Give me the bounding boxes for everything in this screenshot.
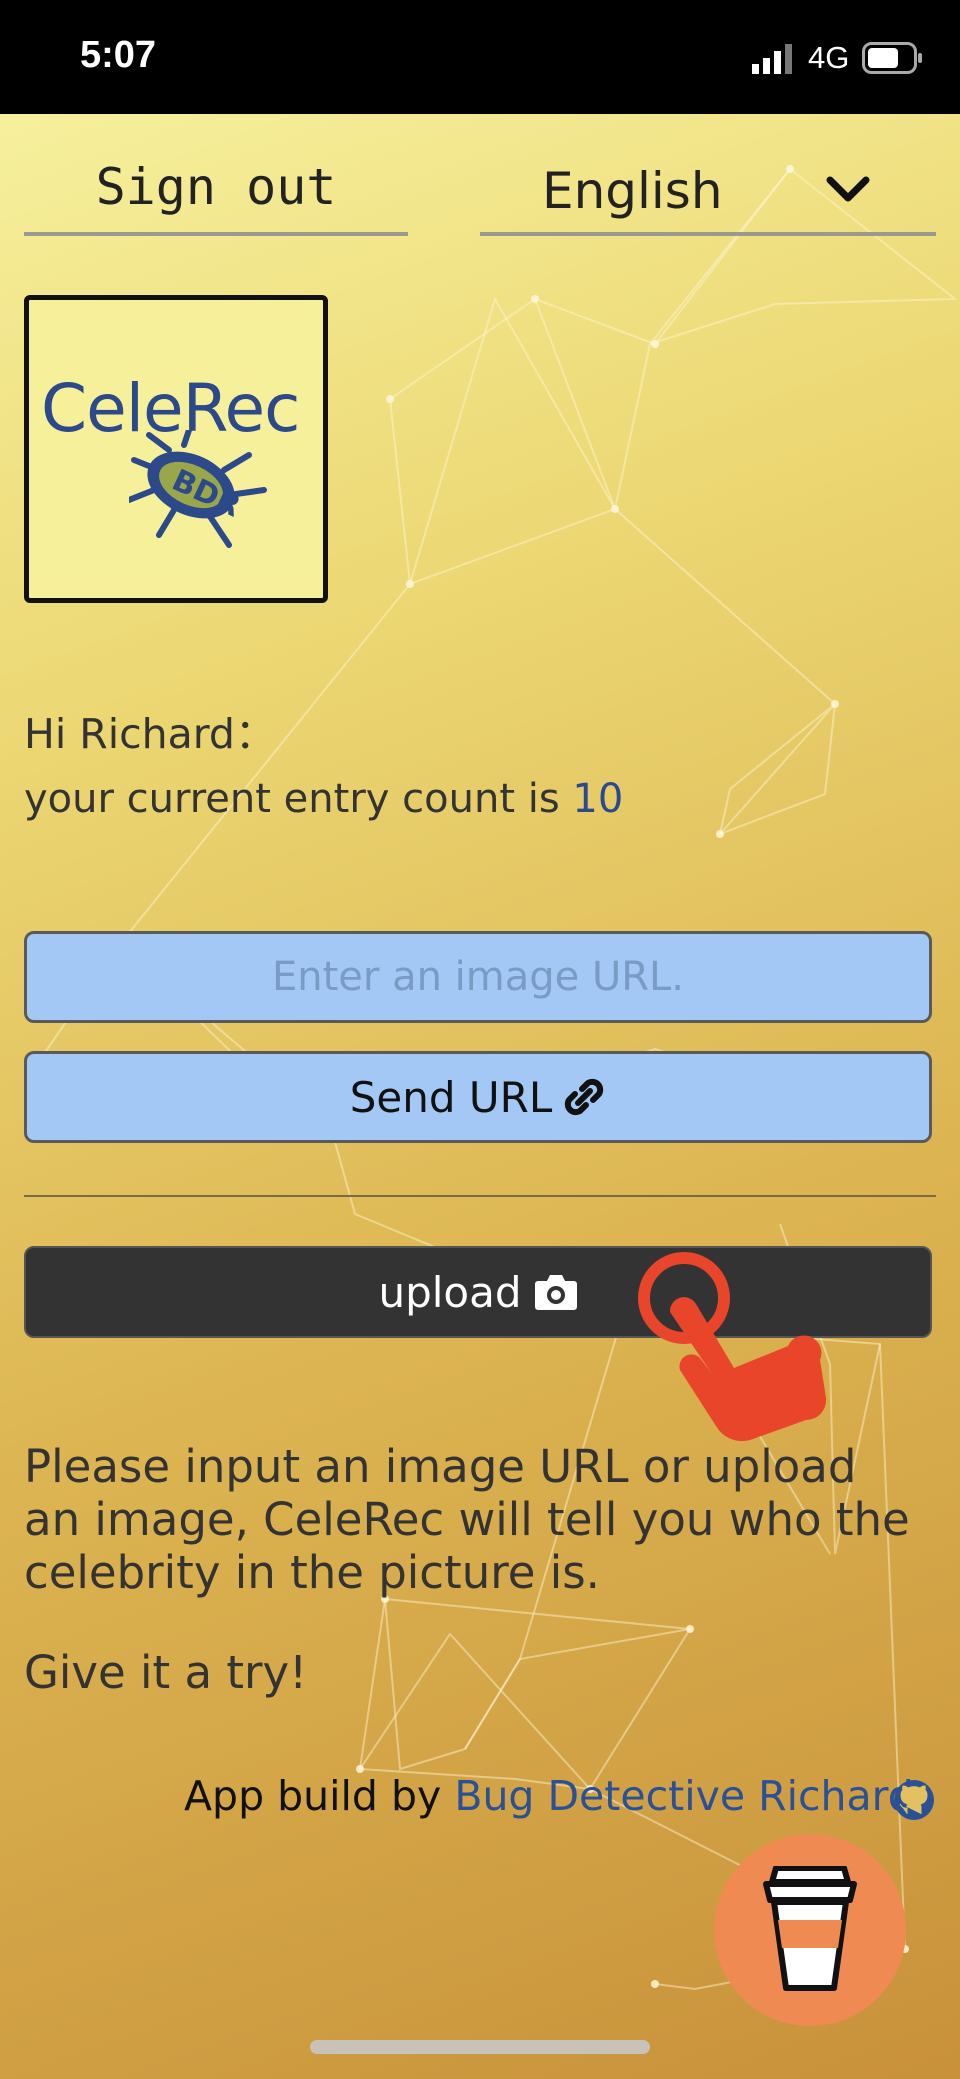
author-link[interactable]: Bug Detective Richard xyxy=(454,1772,914,1820)
battery-icon xyxy=(862,42,922,74)
credit-prefix: App build by xyxy=(184,1772,455,1820)
description-text: Please input an image URL or upload an i… xyxy=(24,1440,910,1599)
status-time: 5:07 xyxy=(80,34,157,76)
send-url-button[interactable]: Send URL xyxy=(24,1051,932,1143)
entry-count-line: your current entry count is 10 xyxy=(24,776,623,822)
credit-line: App build by Bug Detective Richard xyxy=(184,1772,914,1820)
divider xyxy=(24,1195,936,1197)
greeting-text: Hi Richard： xyxy=(24,710,276,758)
github-icon[interactable] xyxy=(892,1778,936,1822)
bug-icon: BDR xyxy=(129,430,267,548)
signal-bars-icon xyxy=(752,44,792,74)
sign-out-button[interactable]: Sign out xyxy=(24,150,408,236)
image-url-input[interactable] xyxy=(24,931,932,1023)
language-select[interactable]: English xyxy=(480,150,936,236)
camera-icon xyxy=(534,1275,577,1310)
coffee-cup-icon xyxy=(763,1866,857,1991)
language-selected: English xyxy=(542,162,723,220)
link-icon xyxy=(565,1078,604,1116)
status-bar: 5:07 4G xyxy=(0,0,960,114)
chevron-down-icon xyxy=(826,176,870,202)
send-url-label: Send URL xyxy=(349,1072,553,1122)
entry-count-label: your current entry count is xyxy=(24,776,573,822)
app-logo: CeleRec BDR xyxy=(24,295,328,603)
home-indicator[interactable] xyxy=(310,2040,650,2054)
buy-me-a-coffee-button[interactable] xyxy=(714,1834,906,2026)
entry-count-value: 10 xyxy=(572,776,624,822)
network-type: 4G xyxy=(808,40,850,75)
tap-hand-icon xyxy=(638,1252,827,1442)
upload-label: upload xyxy=(378,1267,522,1317)
call-to-action-text: Give it a try! xyxy=(24,1646,308,1699)
